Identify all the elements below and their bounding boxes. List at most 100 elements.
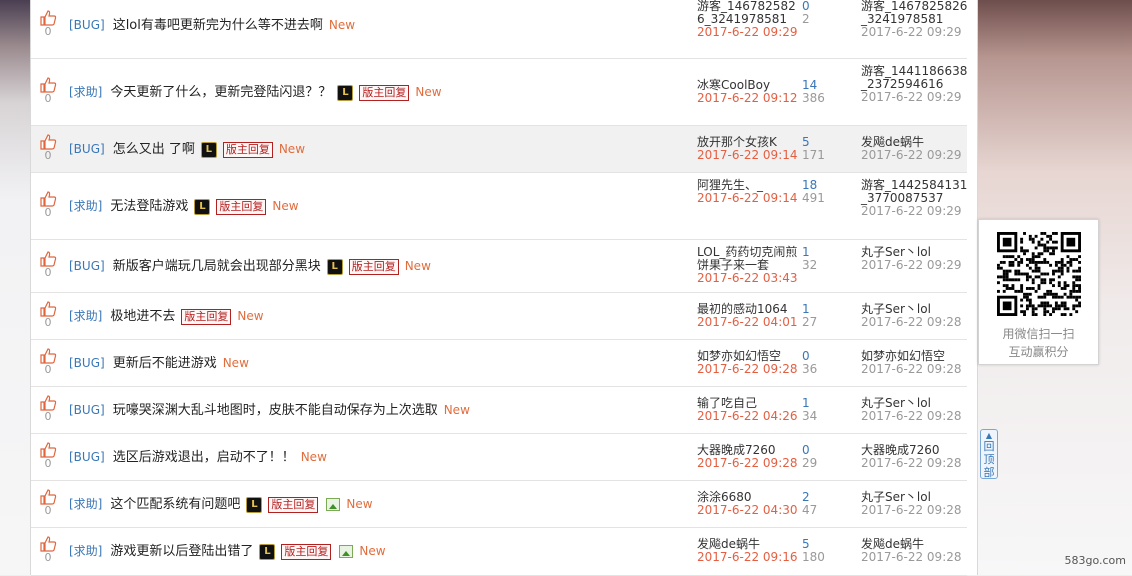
- thumbs-up-icon[interactable]: [39, 395, 57, 411]
- like-widget[interactable]: 0: [39, 251, 57, 279]
- like-widget[interactable]: 0: [39, 77, 57, 105]
- last-reply-time: 2017-6-22 09:28: [861, 503, 962, 517]
- topic-category-tag[interactable]: [BUG]: [69, 403, 105, 417]
- topic-category-tag[interactable]: [求助]: [69, 544, 102, 558]
- like-widget[interactable]: 0: [39, 10, 57, 38]
- thumbs-up-icon[interactable]: [39, 134, 57, 150]
- topic-title-link[interactable]: 极地进不去: [110, 309, 175, 324]
- thumbs-up-icon[interactable]: [39, 536, 57, 552]
- like-count: 0: [44, 363, 52, 376]
- like-widget[interactable]: 0: [39, 134, 57, 162]
- post-time: 2017-6-22 03:43: [697, 271, 798, 285]
- image-attachment-icon: [326, 498, 341, 511]
- topic-category-tag[interactable]: [BUG]: [69, 259, 105, 273]
- topic-title-link[interactable]: 今天更新了什么，更新完登陆闪退？？: [110, 85, 331, 100]
- view-count: 29: [802, 456, 818, 470]
- topic-counts: 1 32: [802, 246, 842, 272]
- topic-title-link[interactable]: 无法登陆游戏: [110, 199, 188, 214]
- mod-reply-badge: 版主回复: [268, 496, 319, 513]
- topic-row[interactable]: 0 [求助] 极地进不去 版主回复 New 最初的感动1064 2017-6-22 04:0…: [31, 293, 967, 340]
- new-badge: New: [443, 403, 470, 417]
- lol-logo-icon: L: [246, 496, 263, 513]
- topic-row[interactable]: 0 [求助] 无法登陆游戏 L 版主回复 New 阿狸先生、_ 2017-6-22 09:14…: [31, 173, 967, 240]
- topic-author: 输了吃自己 2017-6-22 04:26: [697, 397, 801, 423]
- like-widget[interactable]: 0: [39, 191, 57, 219]
- topic-counts: 02: [802, 0, 842, 26]
- mod-reply-badge: 版主回复: [181, 308, 232, 325]
- thumbs-up-icon[interactable]: [39, 442, 57, 458]
- topic-counts: 14 386: [802, 79, 842, 105]
- topic-category-tag[interactable]: [BUG]: [69, 450, 105, 464]
- topic-category-tag[interactable]: [BUG]: [69, 356, 105, 370]
- last-reply-user-link[interactable]: 游客_1442584131_3770087537: [861, 179, 969, 205]
- topic-row[interactable]: 0 [BUG] 新版客户端玩几局就会出现部分黑块 L 版主回复 New LOL_药药切克闹煎…: [31, 240, 967, 293]
- topic-category-tag[interactable]: [求助]: [69, 199, 102, 213]
- back-to-top-button[interactable]: ▲ 回顶部: [980, 429, 998, 479]
- thumbs-up-icon[interactable]: [39, 301, 57, 317]
- thumbs-up-icon[interactable]: [39, 348, 57, 364]
- topic-title-link[interactable]: 这lol有毒吧更新完为什么等不进去啊: [113, 18, 323, 33]
- topic-title-link[interactable]: 新版客户端玩几局就会出现部分黑块: [113, 259, 321, 274]
- topic-title-link[interactable]: 选区后游戏退出，启动不了！！: [113, 450, 295, 465]
- like-widget[interactable]: 0: [39, 348, 57, 376]
- topic-row[interactable]: 0 [BUG] 更新后不能进游戏 New 如梦亦如幻悟空 2017-6-22 09:28 0…: [31, 340, 967, 387]
- lol-logo-icon: L: [259, 543, 276, 560]
- topic-category-tag[interactable]: [BUG]: [69, 18, 105, 32]
- like-widget[interactable]: 0: [39, 301, 57, 329]
- topic-row[interactable]: 0 [BUG] 玩嚎哭深渊大乱斗地图时，皮肤不能自动保存为上次选取 New 输了吃自己 2…: [31, 387, 967, 434]
- like-count: 0: [44, 504, 52, 517]
- like-widget[interactable]: 0: [39, 489, 57, 517]
- topic-author: 最初的感动1064 2017-6-22 04:01: [697, 303, 801, 329]
- lol-logo-icon: L: [200, 141, 217, 158]
- mod-reply-badge: 版主回复: [281, 543, 332, 560]
- last-reply-time: 2017-6-22 09:29: [861, 90, 962, 104]
- mod-reply-badge: 版主回复: [348, 258, 399, 275]
- topic-row[interactable]: 0 [求助] 这个匹配系统有问题吧 L 版主回复 New 涂涂6680 2017-6-22 0…: [31, 481, 967, 528]
- qr-caption-line1: 用微信扫一扫: [1002, 327, 1075, 341]
- like-widget[interactable]: 0: [39, 442, 57, 470]
- topic-row[interactable]: 0 [求助] 游戏更新以后登陆出错了 L 版主回复 New 发飚de蜗牛 2017-6-22 …: [31, 528, 967, 576]
- like-widget[interactable]: 0: [39, 395, 57, 423]
- thumbs-up-icon[interactable]: [39, 10, 57, 26]
- topic-title-link[interactable]: 玩嚎哭深渊大乱斗地图时，皮肤不能自动保存为上次选取: [113, 403, 438, 418]
- topic-title-link[interactable]: 更新后不能进游戏: [113, 356, 217, 371]
- topic-category-tag[interactable]: [求助]: [69, 85, 102, 99]
- thumbs-up-icon[interactable]: [39, 191, 57, 207]
- topic-row[interactable]: 0 [求助] 今天更新了什么，更新完登陆闪退？？ L 版主回复 New 冰寒CoolBoy 2…: [31, 59, 967, 126]
- topic-title-line: [求助] 游戏更新以后登陆出错了 L 版主回复 New: [69, 542, 386, 561]
- view-count: 47: [802, 503, 818, 517]
- thumbs-up-icon[interactable]: [39, 489, 57, 505]
- topic-category-tag[interactable]: [BUG]: [69, 142, 105, 156]
- topic-title-line: [求助] 这个匹配系统有问题吧 L 版主回复 New: [69, 495, 373, 514]
- new-badge: New: [359, 544, 386, 558]
- topic-row[interactable]: 0 [BUG] 怎么又出 了啊 L 版主回复 New 放开那个女孩K 2017-6-22 09…: [31, 126, 967, 173]
- topic-row[interactable]: 0 [BUG] 选区后游戏退出，启动不了！！ New 大器晚成7260 2017-6-22…: [31, 434, 967, 481]
- topic-category-tag[interactable]: [求助]: [69, 309, 102, 323]
- up-arrow-icon: ▲: [985, 431, 993, 440]
- like-count: 0: [44, 457, 52, 470]
- author-name-link[interactable]: 游客_1467825826_3241978581: [697, 0, 801, 26]
- thumbs-up-icon[interactable]: [39, 77, 57, 93]
- last-reply-user-link[interactable]: 游客_1467825826_3241978581: [861, 0, 969, 26]
- like-widget[interactable]: 0: [39, 536, 57, 564]
- topic-author: LOL_药药切克闹煎饼果子来一套 2017-6-22 03:43: [697, 246, 801, 285]
- topic-category-tag[interactable]: [求助]: [69, 497, 102, 511]
- new-badge: New: [415, 85, 442, 99]
- thumbs-up-icon[interactable]: [39, 251, 57, 267]
- last-reply: 丸子Ser丶lol 2017-6-22 09:29: [861, 246, 969, 272]
- topic-title-link[interactable]: 游戏更新以后登陆出错了: [110, 544, 253, 559]
- author-name-link[interactable]: LOL_药药切克闹煎饼果子来一套: [697, 246, 801, 272]
- last-reply: 发飚de蜗牛 2017-6-22 09:29: [861, 136, 969, 162]
- topic-author: 发飚de蜗牛 2017-6-22 09:16: [697, 538, 801, 564]
- post-time: 2017-6-22 04:26: [697, 409, 798, 423]
- new-badge: New: [404, 259, 431, 273]
- last-reply-user-link[interactable]: 游客_1441186638_2372594616: [861, 65, 969, 91]
- topic-title-link[interactable]: 这个匹配系统有问题吧: [110, 497, 240, 512]
- topic-title-link[interactable]: 怎么又出 了啊: [113, 142, 195, 157]
- topic-row[interactable]: 0 [BUG] 这lol有毒吧更新完为什么等不进去啊 New 游客_1467825826…: [31, 0, 967, 59]
- topic-title-line: [BUG] 新版客户端玩几局就会出现部分黑块 L 版主回复 New: [69, 257, 431, 276]
- topic-title-line: [BUG] 这lol有毒吧更新完为什么等不进去啊 New: [69, 16, 355, 35]
- topic-title-line: [求助] 极地进不去 版主回复 New: [69, 307, 264, 326]
- view-count: 491: [802, 191, 825, 205]
- new-badge: New: [278, 142, 306, 156]
